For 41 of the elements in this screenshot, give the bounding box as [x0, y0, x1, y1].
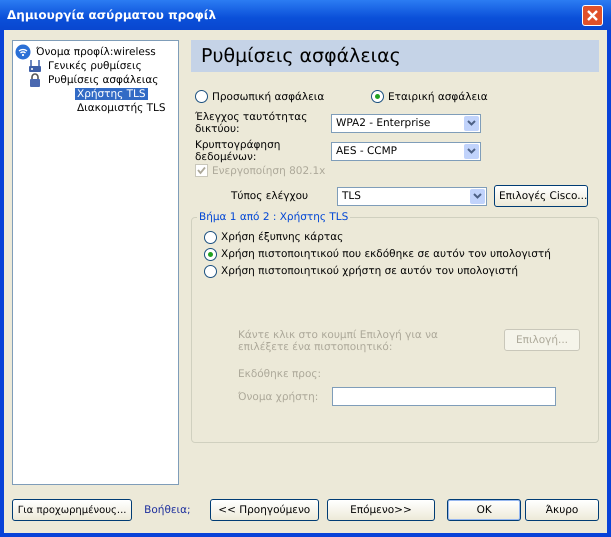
radio-label: Εταιρική ασφάλεια	[388, 90, 488, 102]
back-button[interactable]: << Προηγούμενο	[210, 499, 319, 521]
radio-button[interactable]	[204, 230, 217, 244]
lock-icon	[27, 72, 43, 88]
tree-item[interactable]: Όνομα προφίλ:wireless	[34, 46, 158, 58]
field-label: Έλεγχος ταυτότητας δικτύου:	[195, 111, 308, 135]
close-icon	[586, 8, 599, 22]
ok-button[interactable]: OK	[447, 499, 522, 521]
hint-text: Κάντε κλικ στο κουμπί Επιλογή για να επιλέξετε ένα πιστοποιητικό:	[238, 329, 439, 353]
username-field[interactable]	[332, 387, 556, 406]
tree-item[interactable]: Ρυθμίσεις ασφάλειας	[46, 74, 160, 86]
advanced-button[interactable]: Για προχωρημένους...	[12, 499, 132, 521]
checkbox-label: Ενεργοποίηση 802.1x	[212, 164, 326, 176]
issued-to-label: Εκδόθηκε προς:	[237, 368, 322, 380]
tree-item[interactable]: Διακομιστής TLS	[75, 102, 168, 114]
radio-label: Χρήση έξυπνης κάρτας	[221, 231, 344, 243]
field-label: Τύπος ελέγχου	[230, 190, 310, 202]
radio-button[interactable]	[204, 264, 217, 278]
dropdown[interactable]: WPA2 - Enterprise	[331, 114, 481, 132]
dropdown[interactable]: TLS	[337, 186, 487, 206]
field-label: Κρυπτογράφηση δεδομένων:	[195, 139, 282, 163]
radio-label: Χρήση πιστοποιητικού που εκδόθηκε σε αυτόν τον υπολογιστή	[221, 248, 551, 260]
radio-label: Προσωπική ασφάλεια	[212, 90, 324, 102]
radio-button[interactable]	[204, 248, 217, 260]
page-header: Ρυθμίσεις ασφάλειας	[191, 40, 599, 72]
field-label: Όνομα χρήστη:	[238, 390, 318, 402]
dropdown[interactable]: AES - CCMP	[331, 142, 481, 160]
tree-item[interactable]: Χρήστης TLS	[75, 88, 148, 100]
group-title: Βήμα 1 από 2 : Χρήστης TLS	[197, 211, 350, 223]
window-title: Δημιουργία ασύρματου προφίλ	[7, 8, 216, 22]
router-icon	[27, 58, 43, 74]
tree-item[interactable]: Γενικές ρυθμίσεις	[46, 60, 144, 72]
radio-button[interactable]	[195, 90, 208, 103]
cisco-options-button[interactable]: Επιλογές Cisco...	[494, 185, 588, 207]
close-button[interactable]	[582, 4, 603, 26]
radio-label: Χρήση πιστοποιητικού χρήστη σε αυτόν τον υπολογιστή	[221, 265, 518, 277]
help-link[interactable]: Βοήθεια;	[144, 504, 210, 516]
radio-button[interactable]	[371, 90, 384, 103]
cancel-button[interactable]: Άκυρο	[525, 499, 599, 521]
wifi-icon	[15, 44, 31, 60]
next-button[interactable]: Επόμενο>>	[326, 499, 436, 521]
